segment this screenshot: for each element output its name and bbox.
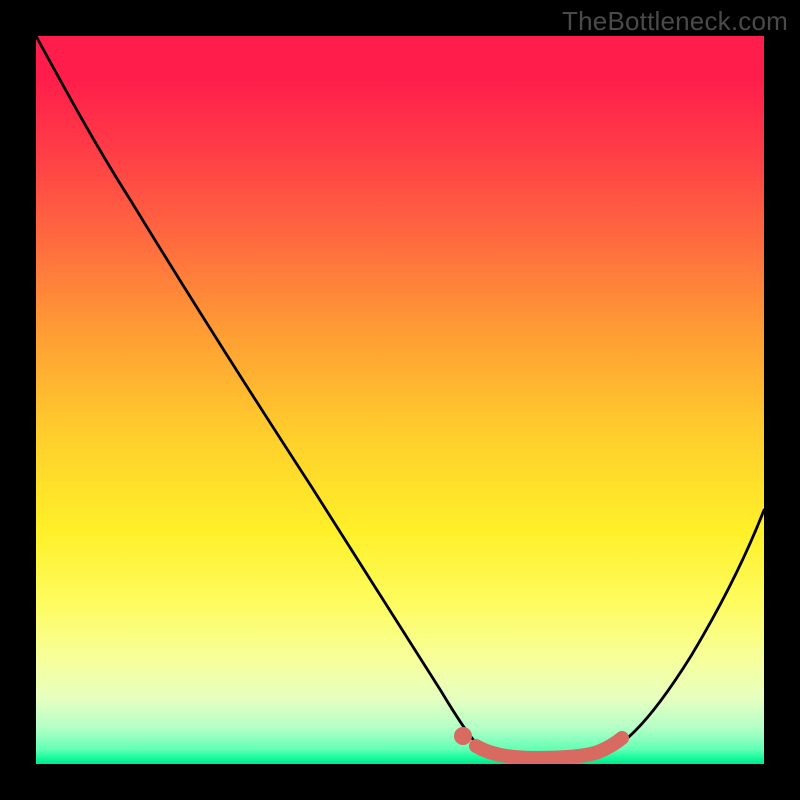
bottleneck-curve: [36, 36, 764, 759]
optimal-point-marker: [454, 727, 472, 745]
watermark-text: TheBottleneck.com: [562, 6, 788, 37]
optimal-range-highlight: [476, 738, 622, 758]
curve-svg: [36, 36, 764, 764]
chart-frame: TheBottleneck.com: [0, 0, 800, 800]
plot-area: [36, 36, 764, 764]
